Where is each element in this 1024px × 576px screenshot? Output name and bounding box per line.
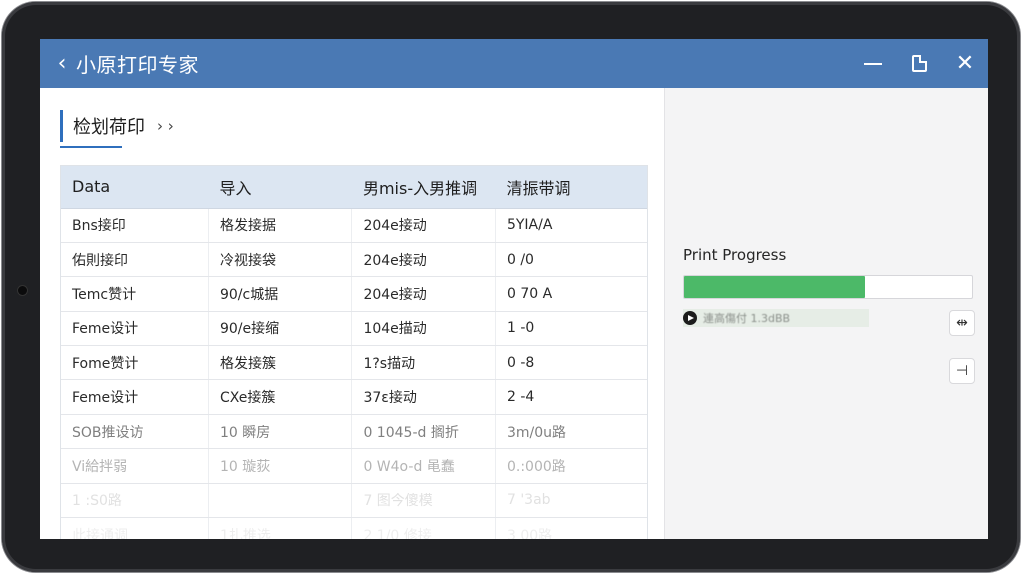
- table-cell: 格发接簇: [208, 345, 353, 381]
- table-cell: 104e描动: [351, 311, 496, 347]
- table-cell: Feme设计: [61, 311, 209, 347]
- table-cell: 7 '3ab: [495, 483, 647, 519]
- table-cell: 204e接动: [351, 242, 496, 278]
- table-cell: 204e接动: [351, 208, 496, 243]
- close-icon: ✕: [955, 50, 975, 76]
- table-cell: [208, 483, 353, 519]
- maximize-button[interactable]: [896, 39, 942, 88]
- table-cell: 1 -0: [495, 311, 647, 347]
- table-cell: 佑則接印: [61, 242, 209, 278]
- section-header: 检划荷印 › ›: [60, 110, 174, 142]
- table-cell: 90/e接缩: [208, 311, 353, 347]
- column-header[interactable]: 男mis-入男推调: [351, 166, 496, 209]
- table-row[interactable]: Fome赞计 格发接簇 1?s描动 0 -8: [61, 345, 647, 381]
- table-cell: SOB推设访: [61, 414, 209, 450]
- table-row[interactable]: SOB推设访 10 瞬房 0 1045-d 搁折 3m/0u路: [61, 414, 647, 450]
- title-bar: ‹ 小原打印专家 ✕: [40, 39, 988, 88]
- camera-dot: [18, 286, 27, 295]
- table-row[interactable]: 佑則接印 冷视接袋 204e接动 0 /0: [61, 242, 647, 278]
- table-cell: Vi給拌弱: [61, 448, 209, 484]
- minimize-icon: [864, 62, 882, 65]
- split-icon: ⇹: [956, 315, 968, 331]
- progress-bar: [683, 275, 973, 299]
- progress-label: Print Progress: [683, 246, 787, 264]
- table-cell: 3 00路: [495, 517, 647, 539]
- minimize-button[interactable]: [850, 39, 896, 88]
- table-cell: 10 瞬房: [208, 414, 353, 450]
- status-text: 連高傷付 1.3dBB: [703, 312, 791, 325]
- table-cell: 0 /0: [495, 242, 647, 278]
- table-row[interactable]: Feme设计 90/e接缩 104e描动 1 -0: [61, 311, 647, 347]
- column-header[interactable]: 清振带调: [495, 166, 647, 209]
- section-title: 检划荷印: [73, 117, 145, 138]
- table-cell: 0 W4o-d 黾蠢: [351, 448, 496, 484]
- table-cell: 1扎推选: [208, 517, 353, 539]
- table-row[interactable]: Vi給拌弱 10 璇荻 0 W4o-d 黾蠢 0.:000路: [61, 448, 647, 484]
- table-cell: 7 图今傻模: [351, 483, 496, 519]
- table-row[interactable]: Temc赞计 90/c城据 204e接动 0 70 A: [61, 276, 647, 312]
- table-cell: 2 -4: [495, 379, 647, 415]
- progress-status: 連高傷付 1.3dBB: [683, 309, 869, 327]
- table-row[interactable]: Bns接印 格发接据 204e接动 5YIA/A: [61, 208, 647, 243]
- window-controls: ✕: [850, 39, 988, 88]
- side-panel: Print Progress 連高傷付 1.3dBB ⇹ ⊣: [664, 88, 988, 539]
- table-cell: 3m/0u路: [495, 414, 647, 450]
- table-cell: 0 1045-d 搁折: [351, 414, 496, 450]
- table-cell: 1?s描动: [351, 345, 496, 381]
- tablet-frame: ‹ 小原打印专家 ✕ 检划荷印 › › Data 导入 男mis-入男推调 清振…: [2, 2, 1020, 572]
- table-row[interactable]: Feme设计 CXe接簇 37ε接动 2 -4: [61, 379, 647, 415]
- section-underline: [60, 146, 122, 148]
- table-cell: 0.:000路: [495, 448, 647, 484]
- table-header-row: Data 导入 男mis-入男推调 清振带调: [61, 166, 647, 209]
- table-cell: CXe接簇: [208, 379, 353, 415]
- chevron-left-icon[interactable]: ‹: [48, 51, 76, 76]
- app-title: 小原打印专家: [76, 53, 199, 77]
- table-cell: 1 :S0路: [61, 483, 209, 519]
- table-cell: Bns接印: [61, 208, 209, 243]
- breadcrumb-arrows[interactable]: › ›: [157, 117, 174, 135]
- table-row[interactable]: 1 :S0路 7 图今傻模 7 '3ab: [61, 483, 647, 519]
- column-header[interactable]: Data: [61, 166, 209, 209]
- table-cell: Temc赞计: [61, 276, 209, 312]
- table-cell: 37ε接动: [351, 379, 496, 415]
- progress-fill: [684, 276, 866, 298]
- table-cell: 冷视接袋: [208, 242, 353, 278]
- column-header[interactable]: 导入: [208, 166, 352, 209]
- split-button[interactable]: ⇹: [949, 310, 975, 336]
- app-window: ‹ 小原打印专家 ✕ 检划荷印 › › Data 导入 男mis-入男推调 清振…: [40, 39, 988, 539]
- pin-button[interactable]: ⊣: [949, 358, 975, 384]
- main-panel: 检划荷印 › › Data 导入 男mis-入男推调 清振带调 Bns接印 格发…: [40, 88, 664, 539]
- table-cell: 此接通调: [61, 517, 209, 539]
- table-cell: 10 璇荻: [208, 448, 353, 484]
- table-cell: 0 -8: [495, 345, 647, 381]
- table-row[interactable]: 此接通调 1扎推选 2 1/0 修接 3 00路: [61, 517, 647, 539]
- table-cell: Feme设计: [61, 379, 209, 415]
- pin-icon: ⊣: [955, 363, 969, 379]
- table-cell: 2 1/0 修接: [351, 517, 496, 539]
- table-cell: Fome赞计: [61, 345, 209, 381]
- maximize-icon: [911, 55, 927, 72]
- play-circle-icon[interactable]: [683, 311, 697, 325]
- table-cell: 0 70 A: [495, 276, 647, 312]
- table-cell: 90/c城据: [208, 276, 353, 312]
- accent-bar: [60, 110, 63, 142]
- data-table: Data 导入 男mis-入男推调 清振带调 Bns接印 格发接据 204e接动…: [60, 165, 648, 539]
- table-cell: 204e接动: [351, 276, 496, 312]
- close-button[interactable]: ✕: [942, 39, 988, 88]
- table-cell: 5YIA/A: [495, 208, 647, 243]
- table-cell: 格发接据: [208, 208, 353, 243]
